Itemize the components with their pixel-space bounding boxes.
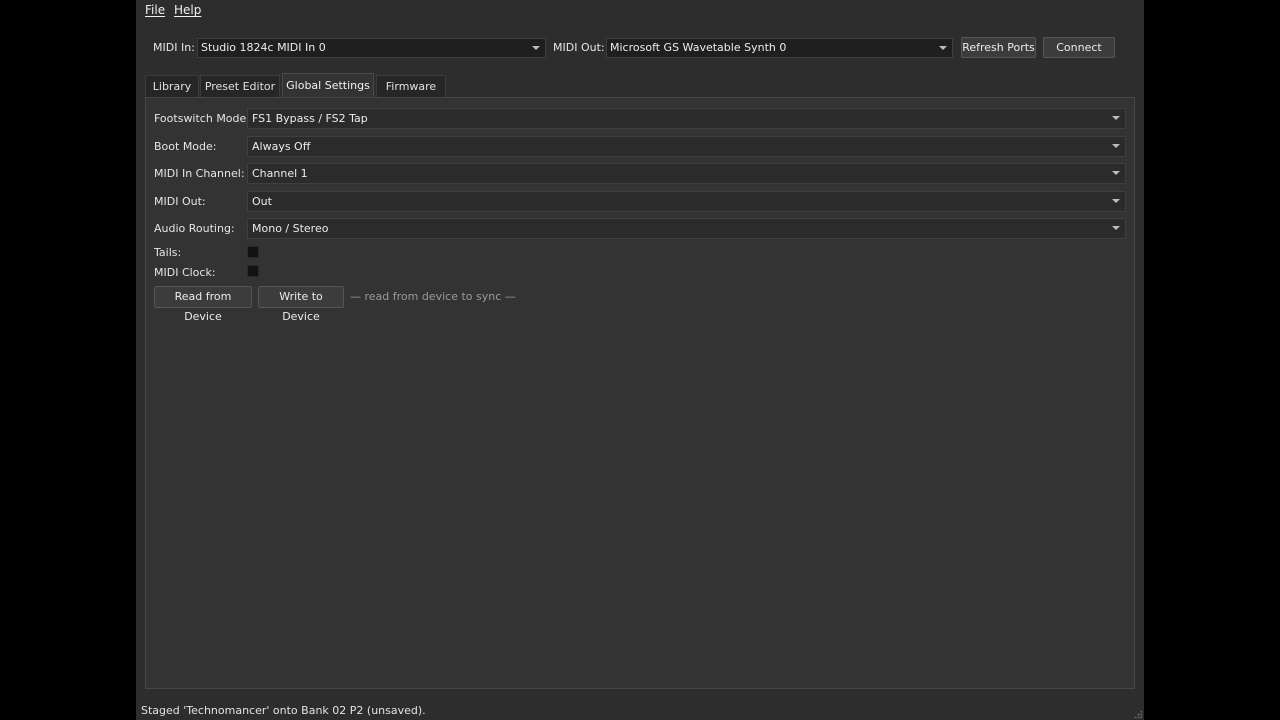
boot-mode-value: Always Off	[252, 140, 311, 153]
chevron-down-icon	[1112, 116, 1120, 120]
tab-global-settings[interactable]: Global Settings	[282, 73, 374, 98]
footswitch-mode-value: FS1 Bypass / FS2 Tap	[252, 112, 368, 125]
boot-mode-select[interactable]: Always Off	[247, 136, 1126, 157]
midi-in-label: MIDI In:	[153, 41, 195, 54]
chevron-down-icon	[1112, 171, 1120, 175]
midi-out-setting-label: MIDI Out:	[154, 195, 206, 208]
global-settings-panel: Footswitch Mode: FS1 Bypass / FS2 Tap Bo…	[145, 97, 1135, 689]
chevron-down-icon	[939, 46, 947, 50]
write-to-device-button[interactable]: Write to Device	[258, 286, 344, 323]
tails-checkbox[interactable]	[247, 246, 259, 258]
tab-preset-editor[interactable]: Preset Editor	[200, 75, 280, 98]
midi-out-setting-select[interactable]: Out	[247, 191, 1126, 212]
midi-in-value: Studio 1824c MIDI In 0	[201, 41, 326, 54]
midi-out-select[interactable]: Microsoft GS Wavetable Synth 0	[606, 38, 953, 58]
midi-out-label: MIDI Out:	[553, 41, 605, 54]
app-window: File Help MIDI In: Studio 1824c MIDI In …	[136, 0, 1144, 720]
audio-routing-label: Audio Routing:	[154, 222, 235, 235]
tails-label: Tails:	[154, 246, 182, 259]
refresh-ports-button[interactable]: Refresh Ports	[961, 37, 1036, 58]
menu-file[interactable]: File	[145, 3, 165, 17]
midi-in-channel-value: Channel 1	[252, 167, 308, 180]
midi-in-channel-select[interactable]: Channel 1	[247, 163, 1126, 184]
footswitch-mode-label: Footswitch Mode:	[154, 112, 250, 125]
connect-button[interactable]: Connect	[1043, 37, 1115, 58]
chevron-down-icon	[1112, 226, 1120, 230]
chevron-down-icon	[1112, 144, 1120, 148]
status-message: Staged 'Technomancer' onto Bank 02 P2 (u…	[141, 704, 426, 717]
sync-hint: — read from device to sync —	[350, 290, 516, 303]
chevron-down-icon	[532, 46, 540, 50]
midi-out-value: Microsoft GS Wavetable Synth 0	[610, 41, 787, 54]
menu-bar: File Help	[136, 0, 1144, 20]
menu-help[interactable]: Help	[174, 3, 201, 17]
chevron-down-icon	[1112, 199, 1120, 203]
tab-firmware[interactable]: Firmware	[376, 75, 446, 98]
midi-clock-label: MIDI Clock:	[154, 266, 216, 279]
footswitch-mode-select[interactable]: FS1 Bypass / FS2 Tap	[247, 108, 1126, 129]
read-from-device-button[interactable]: Read from Device	[154, 286, 252, 323]
audio-routing-value: Mono / Stereo	[252, 222, 329, 235]
tab-library[interactable]: Library	[145, 75, 199, 98]
midi-clock-checkbox[interactable]	[247, 265, 259, 277]
audio-routing-select[interactable]: Mono / Stereo	[247, 218, 1126, 239]
midi-out-setting-value: Out	[252, 195, 272, 208]
midi-in-channel-label: MIDI In Channel:	[154, 167, 245, 180]
midi-in-select[interactable]: Studio 1824c MIDI In 0	[197, 38, 546, 58]
resize-grip-icon[interactable]	[1134, 710, 1142, 718]
boot-mode-label: Boot Mode:	[154, 140, 217, 153]
